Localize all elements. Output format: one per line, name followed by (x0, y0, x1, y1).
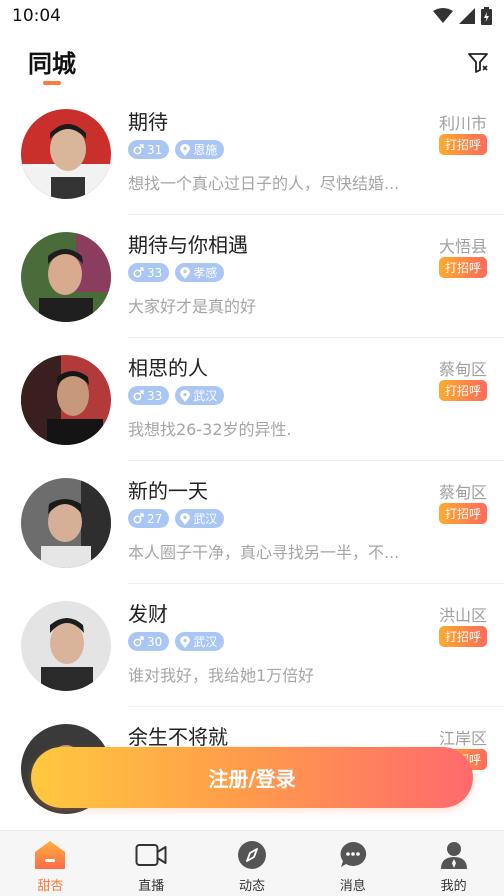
location-badge: 武汉 (175, 386, 225, 405)
user-name: 余生不将就 (128, 725, 228, 749)
status-icons (433, 7, 492, 25)
status-bar: 10:04 (0, 0, 504, 32)
filter-icon (468, 53, 488, 73)
tab-label: 甜杏 (37, 879, 64, 894)
battery-icon (481, 7, 492, 25)
compass-icon (235, 839, 269, 871)
male-icon (133, 513, 144, 524)
title-underline (43, 81, 61, 85)
user-name: 相思的人 (128, 356, 208, 380)
location-badge: 武汉 (175, 632, 225, 651)
user-name: 期待与你相遇 (128, 233, 248, 257)
avatar[interactable] (21, 109, 111, 199)
user-city: 洪山区 (438, 606, 487, 625)
wifi-icon (433, 8, 453, 23)
tab-profile[interactable]: 我的 (403, 831, 504, 896)
list-item[interactable]: 期待与你相遇 33 孝感 大家好才是真的好 大悟县 打招呼 (0, 215, 504, 338)
location-badge: 武汉 (175, 509, 225, 528)
user-bio: 想找一个真心过日子的人，尽快结婚... (128, 174, 400, 193)
location-pin-icon (180, 389, 191, 402)
user-bio: 谁对我好，我给她1万倍好 (128, 666, 315, 685)
location-badge: 孝感 (175, 263, 225, 282)
location-pin-icon (180, 266, 191, 279)
male-icon (133, 267, 144, 278)
list-item[interactable]: 相思的人 33 武汉 我想找26-32岁的异性. 蔡甸区 打招呼 (0, 338, 504, 461)
register-login-button[interactable]: 注册/登录 (31, 747, 473, 808)
video-camera-icon (134, 839, 168, 871)
user-name: 期待 (128, 110, 168, 134)
user-name: 发财 (128, 602, 168, 626)
chat-bubble-icon (336, 839, 370, 871)
avatar[interactable] (21, 601, 111, 691)
location-pin-icon (180, 635, 191, 648)
user-name: 新的一天 (128, 479, 208, 503)
tab-moments[interactable]: 动态 (202, 831, 303, 896)
bottom-tab-bar: 甜杏 直播 动态 消息 我的 (0, 830, 504, 896)
male-icon (133, 144, 144, 155)
user-badges: 27 武汉 (128, 509, 225, 528)
signal-icon (459, 8, 475, 24)
tab-home[interactable]: 甜杏 (0, 831, 101, 896)
user-list[interactable]: 期待 31 恩施 想找一个真心过日子的人，尽快结婚... 利川市 打招呼 期待与… (0, 92, 504, 832)
list-item[interactable]: 期待 31 恩施 想找一个真心过日子的人，尽快结婚... 利川市 打招呼 (0, 92, 504, 215)
list-item[interactable]: 发财 30 武汉 谁对我好，我给她1万倍好 洪山区 打招呼 (0, 584, 504, 707)
greet-button[interactable]: 打招呼 (438, 503, 487, 524)
age-badge: 31 (128, 140, 170, 159)
avatar[interactable] (21, 478, 111, 568)
header: 同城 (0, 40, 504, 90)
greet-button[interactable]: 打招呼 (438, 257, 487, 278)
user-city: 江岸区 (438, 729, 487, 748)
filter-button[interactable] (466, 50, 490, 74)
tab-label: 我的 (440, 879, 467, 894)
tab-label: 动态 (238, 879, 265, 894)
list-item[interactable]: 新的一天 27 武汉 本人圈子干净，真心寻找另一半，不... 蔡甸区 打招呼 (0, 461, 504, 584)
user-bio: 本人圈子干净，真心寻找另一半，不... (128, 543, 400, 562)
greet-button[interactable]: 打招呼 (438, 380, 487, 401)
avatar[interactable] (21, 355, 111, 445)
user-badges: 33 孝感 (128, 263, 225, 282)
male-icon (133, 390, 144, 401)
age-badge: 33 (128, 386, 170, 405)
user-badges: 31 恩施 (128, 140, 225, 159)
user-city: 大悟县 (438, 237, 487, 256)
user-badges: 33 武汉 (128, 386, 225, 405)
location-pin-icon (180, 512, 191, 525)
tab-label: 消息 (339, 879, 366, 894)
location-pin-icon (180, 143, 191, 156)
page-title: 同城 (28, 50, 76, 78)
greet-button[interactable]: 打招呼 (438, 134, 487, 155)
status-time: 10:04 (12, 6, 61, 26)
person-icon (437, 839, 471, 871)
tab-live[interactable]: 直播 (101, 831, 202, 896)
avatar[interactable] (21, 232, 111, 322)
user-badges: 30 武汉 (128, 632, 225, 651)
age-badge: 33 (128, 263, 170, 282)
greet-button[interactable]: 打招呼 (438, 626, 487, 647)
age-badge: 30 (128, 632, 170, 651)
age-badge: 27 (128, 509, 170, 528)
location-badge: 恩施 (175, 140, 225, 159)
male-icon (133, 636, 144, 647)
home-icon (33, 839, 67, 871)
user-city: 蔡甸区 (438, 483, 487, 502)
tab-messages[interactable]: 消息 (302, 831, 403, 896)
user-city: 蔡甸区 (438, 360, 487, 379)
user-city: 利川市 (438, 114, 487, 133)
user-bio: 大家好才是真的好 (128, 297, 257, 316)
tab-label: 直播 (138, 879, 165, 894)
user-bio: 我想找26-32岁的异性. (128, 420, 292, 439)
